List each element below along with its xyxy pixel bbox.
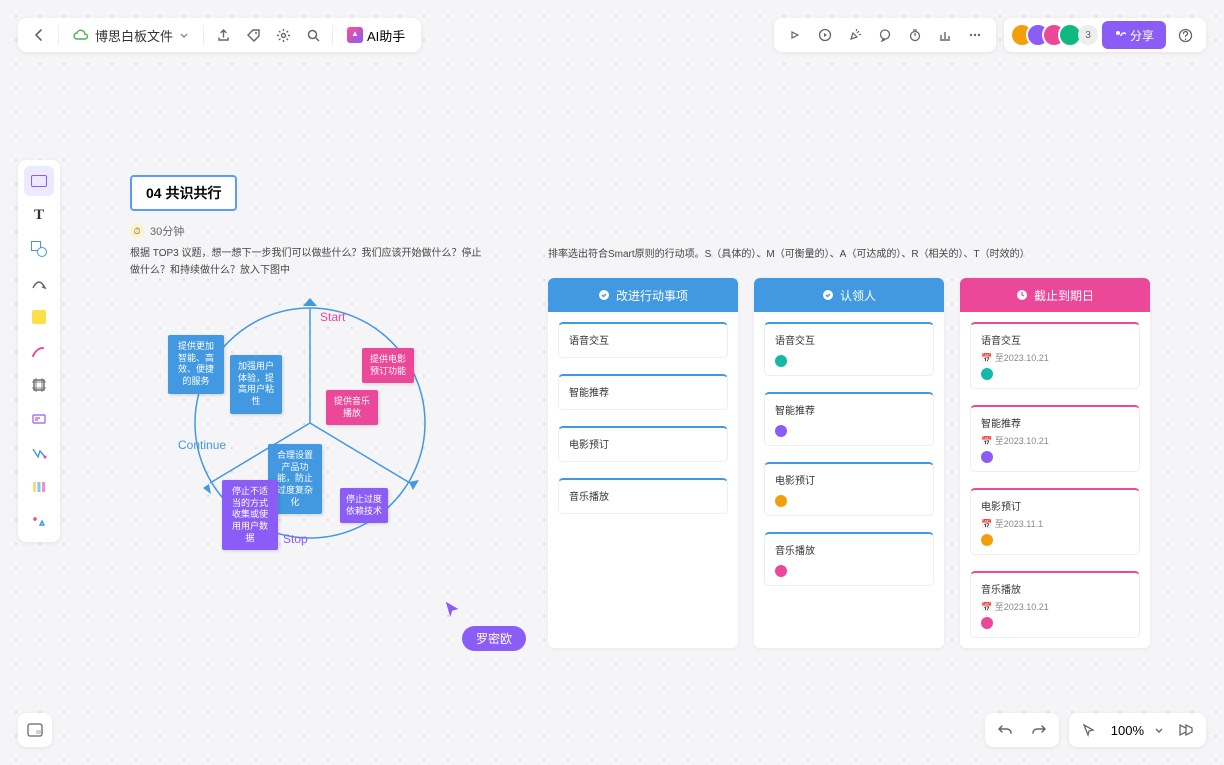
- frame-tool[interactable]: [24, 370, 54, 400]
- undo-button[interactable]: [993, 718, 1017, 742]
- file-name-dropdown[interactable]: 博思白板文件: [63, 26, 199, 45]
- chevron-down-icon: [179, 30, 189, 40]
- card-tool[interactable]: [24, 404, 54, 434]
- diagram-note[interactable]: 停止过度依赖技术: [340, 488, 388, 523]
- column-header: 认领人: [754, 278, 944, 312]
- timer-button[interactable]: [900, 20, 930, 50]
- pen-tool[interactable]: [24, 336, 54, 366]
- cloud-icon: [73, 29, 89, 41]
- minimap-button[interactable]: [18, 713, 52, 747]
- diagram-note[interactable]: 提供音乐播放: [326, 390, 378, 425]
- ai-logo-icon: [347, 27, 363, 43]
- diagram-note[interactable]: 提供电影预订功能: [362, 348, 414, 383]
- task-column[interactable]: 截止到期日语音交互📅 至2023.10.21 智能推荐📅 至2023.10.21 电…: [960, 278, 1150, 648]
- settings-button[interactable]: [268, 20, 298, 50]
- export-button[interactable]: [208, 20, 238, 50]
- task-card[interactable]: 语音交互📅 至2023.10.21: [970, 322, 1140, 389]
- left-toolbar: T: [18, 160, 60, 542]
- comment-button[interactable]: [870, 20, 900, 50]
- timer-icon: ⏱: [130, 224, 144, 238]
- task-card[interactable]: 智能推荐: [764, 392, 934, 446]
- search-button[interactable]: [298, 20, 328, 50]
- task-columns: 改进行动事项语音交互智能推荐电影预订音乐播放认领人语音交互智能推荐电影预订音乐播…: [548, 278, 1150, 648]
- cursor-user-name: 罗密欧: [462, 626, 526, 651]
- cursor-mode-button[interactable]: [1077, 718, 1101, 742]
- task-card[interactable]: 语音交互: [764, 322, 934, 376]
- stop-label: Stop: [283, 532, 308, 546]
- sticky-tool[interactable]: [24, 302, 54, 332]
- help-button[interactable]: [1170, 20, 1200, 50]
- task-column[interactable]: 认领人语音交互智能推荐电影预订音乐播放: [754, 278, 944, 648]
- text-tool[interactable]: T: [24, 200, 54, 230]
- task-card[interactable]: 音乐播放: [558, 478, 728, 514]
- start-label: Start: [320, 310, 345, 324]
- more-button[interactable]: [960, 20, 990, 50]
- select-tool[interactable]: [24, 166, 54, 196]
- collaborator-avatars[interactable]: 3: [1010, 23, 1098, 47]
- task-card[interactable]: 智能推荐: [558, 374, 728, 410]
- zoom-level[interactable]: 100%: [1111, 723, 1144, 738]
- diagram-note[interactable]: 加强用户体验，提高用户粘性: [230, 355, 282, 414]
- stats-button[interactable]: [930, 20, 960, 50]
- start-stop-continue-diagram[interactable]: Start Continue Stop: [175, 288, 445, 558]
- back-button[interactable]: [24, 20, 54, 50]
- task-card[interactable]: 音乐播放📅 至2023.10.21: [970, 571, 1140, 638]
- description-1[interactable]: 根据 TOP3 议题，想一想下一步我们可以做些什么？我们应该开始做什么？停止做什…: [130, 245, 490, 279]
- diagram-note[interactable]: 停止不适当的方式收集或使用用户数据: [222, 480, 278, 550]
- collaborator-cursor: 罗密欧: [444, 600, 526, 651]
- redo-button[interactable]: [1027, 718, 1051, 742]
- cursor-icon: [444, 600, 462, 618]
- ai-label: AI助手: [367, 26, 405, 45]
- topbar-left: 博思白板文件 AI助手: [18, 18, 421, 52]
- share-button[interactable]: 分享: [1102, 21, 1166, 49]
- column-header: 改进行动事项: [548, 278, 738, 312]
- share-icon: [1114, 29, 1126, 41]
- bottom-right-controls: 100%: [985, 713, 1206, 747]
- column-header: 截止到期日: [960, 278, 1150, 312]
- add-tool[interactable]: [24, 506, 54, 536]
- diagram-note[interactable]: 提供更加智能、高效、便捷的服务: [168, 335, 224, 394]
- chevron-down-icon: [1154, 725, 1164, 735]
- task-column[interactable]: 改进行动事项语音交互智能推荐电影预订音乐播放: [548, 278, 738, 648]
- celebrate-button[interactable]: [840, 20, 870, 50]
- task-card[interactable]: 语音交互: [558, 322, 728, 358]
- description-2[interactable]: 排率选出符合Smart原则的行动项。S（具体的）、M（可衡量的）、A（可达成的）…: [548, 245, 1108, 260]
- section-header: 04 共识共行 ⏱ 30分钟: [130, 175, 237, 239]
- continue-label: Continue: [178, 438, 226, 452]
- path-tool[interactable]: [24, 438, 54, 468]
- avatar-overflow-count: 3: [1078, 25, 1098, 45]
- expand-button[interactable]: [780, 20, 810, 50]
- shape-tool[interactable]: [24, 234, 54, 264]
- task-card[interactable]: 电影预订: [764, 462, 934, 516]
- task-card[interactable]: 电影预订📅 至2023.11.1: [970, 488, 1140, 555]
- presentation-button[interactable]: [1174, 718, 1198, 742]
- tag-button[interactable]: [238, 20, 268, 50]
- section-title[interactable]: 04 共识共行: [130, 175, 237, 211]
- topbar-right: 3 分享: [774, 18, 1206, 52]
- task-card[interactable]: 智能推荐📅 至2023.10.21: [970, 405, 1140, 472]
- column-tool[interactable]: [24, 472, 54, 502]
- task-card[interactable]: 音乐播放: [764, 532, 934, 586]
- ai-assistant-button[interactable]: AI助手: [337, 26, 415, 45]
- file-name-text: 博思白板文件: [95, 26, 173, 45]
- arrow-tool[interactable]: [24, 268, 54, 298]
- play-button[interactable]: [810, 20, 840, 50]
- task-card[interactable]: 电影预订: [558, 426, 728, 462]
- time-badge: ⏱ 30分钟: [130, 223, 237, 239]
